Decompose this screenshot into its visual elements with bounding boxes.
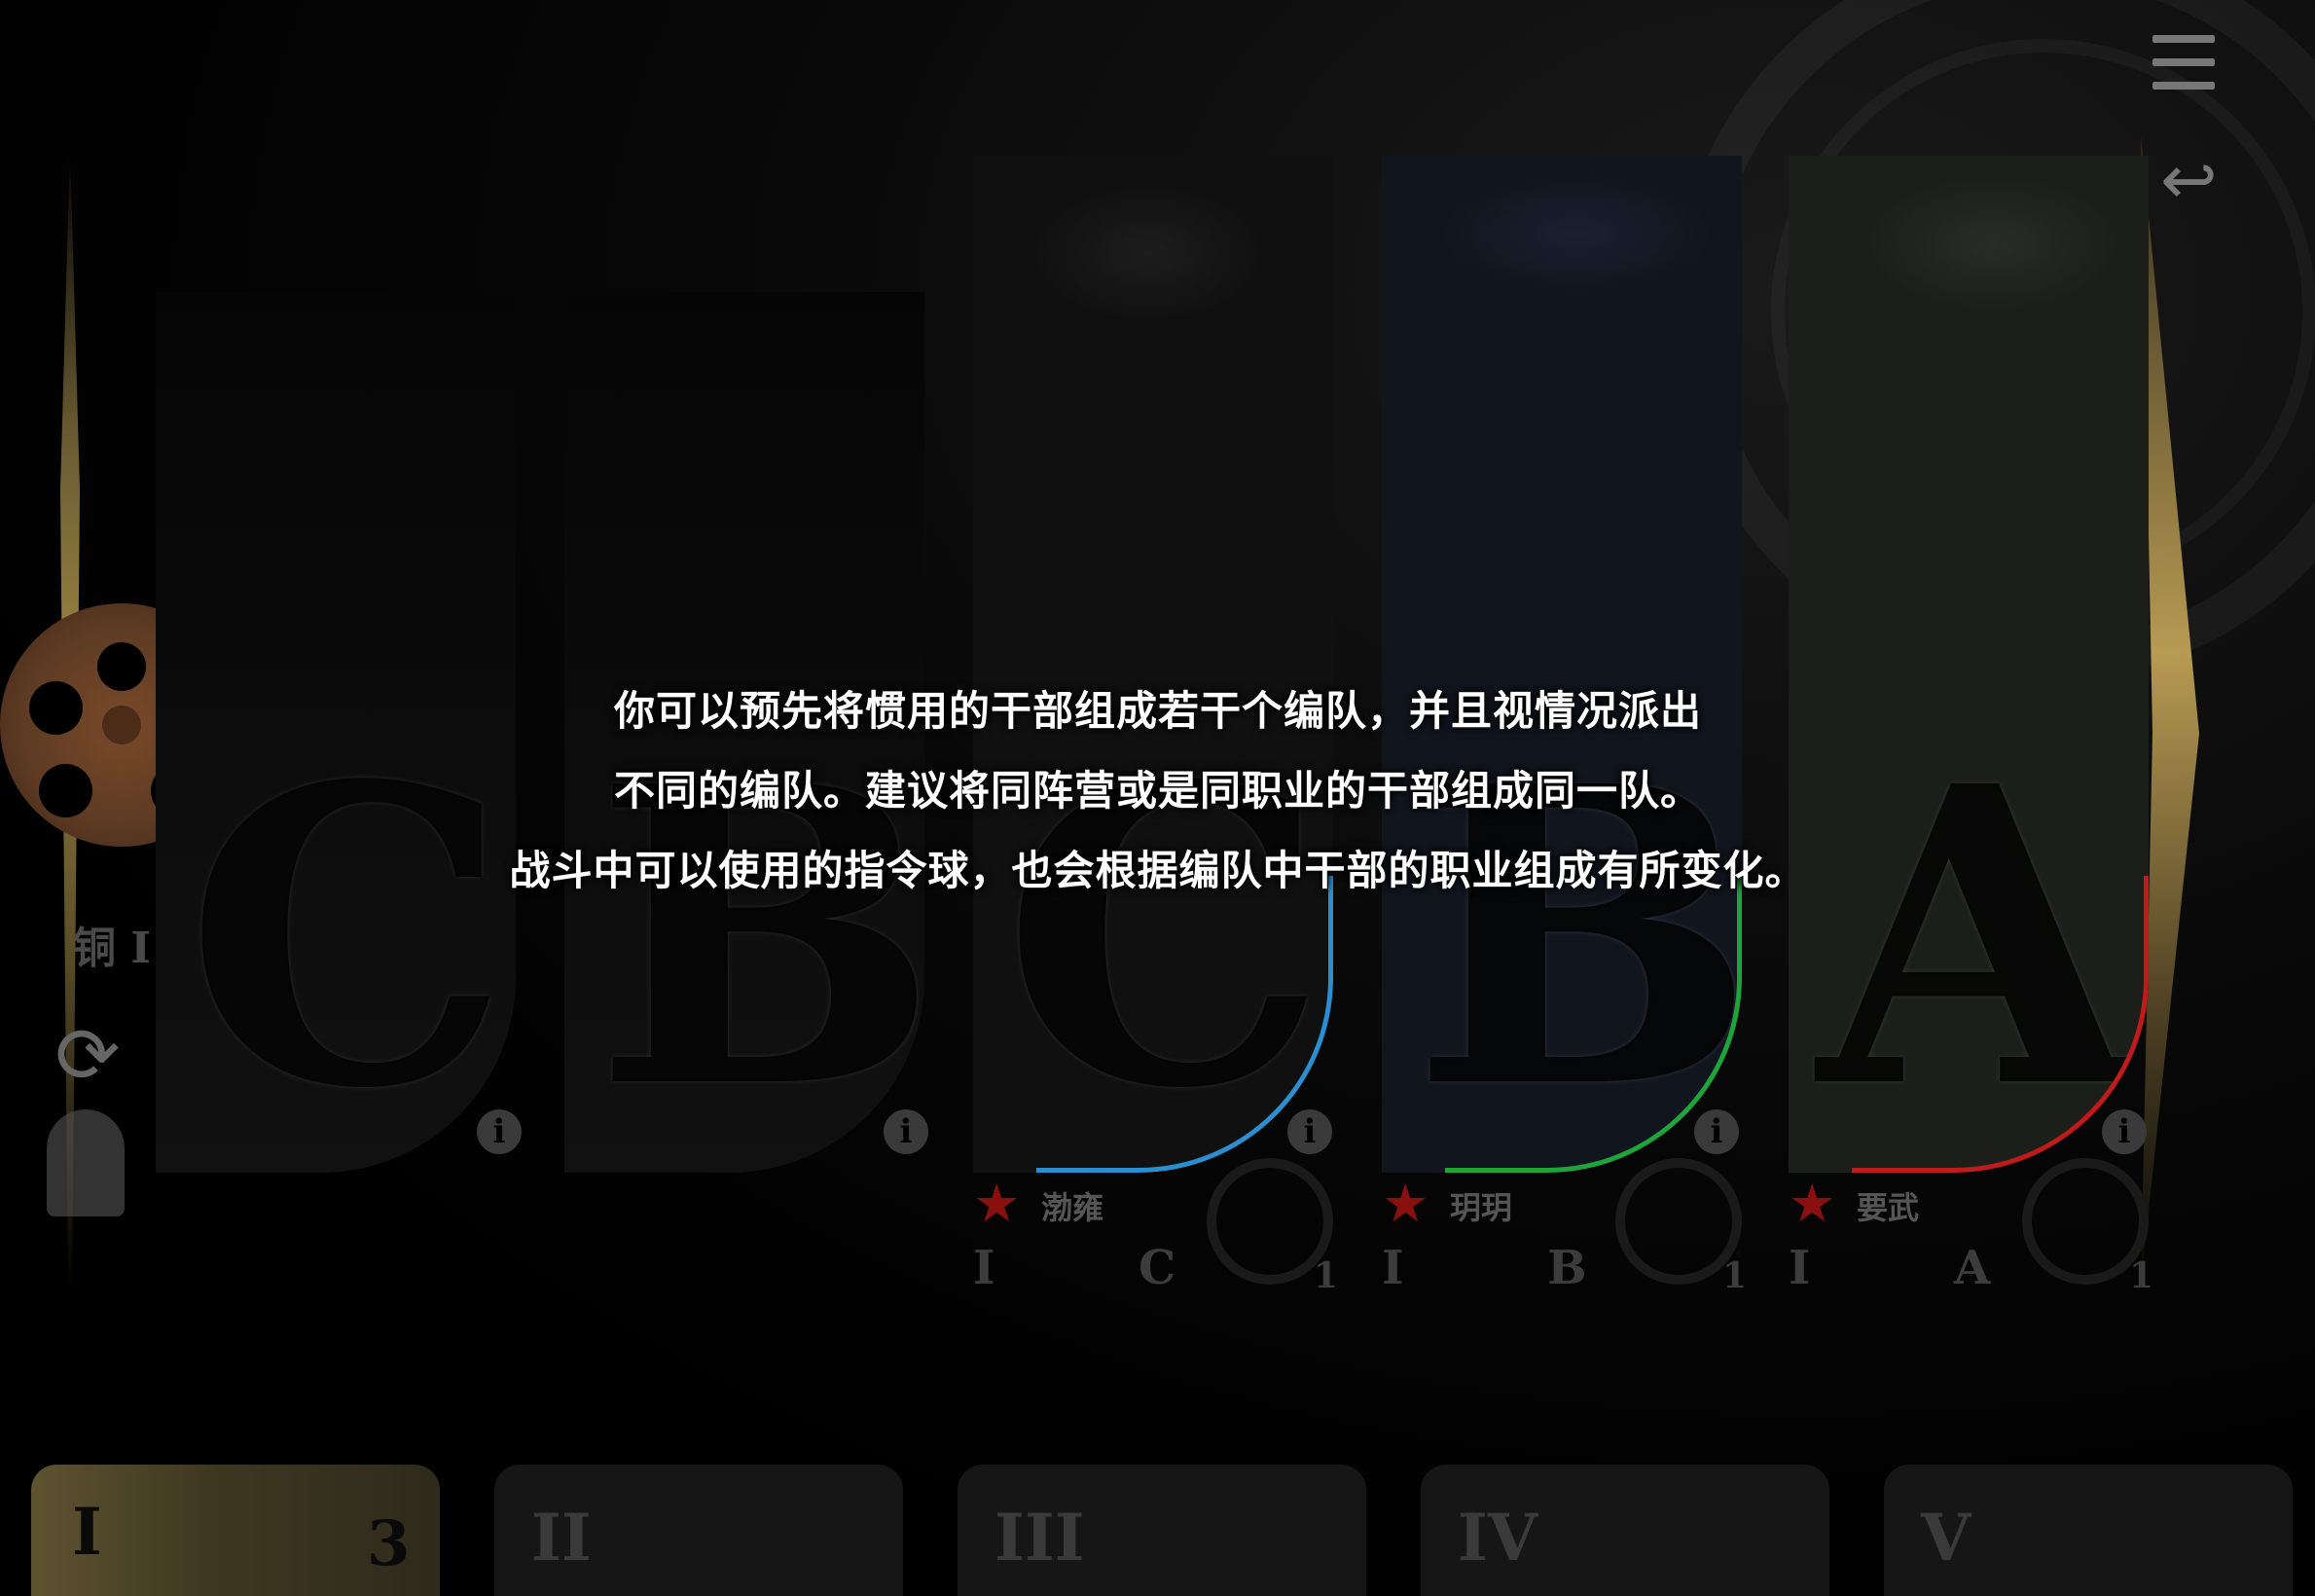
unit-rank: 1 [2129,1255,2154,1296]
team-tab-5[interactable]: V [1884,1465,2293,1596]
tutorial-line-1: 你可以预先将惯用的干部组成若干个编队，并且视情况派出 [613,687,1702,735]
unit-name: 玥玥 [1450,1189,1513,1226]
unit-grade: A [1954,1241,1991,1295]
info-icon[interactable]: i [477,1109,522,1154]
faction-star-icon: ★ [1789,1173,1836,1234]
menu-icon[interactable] [2152,35,2215,95]
unit-grade: B [1547,1241,1587,1295]
team-tab-3[interactable]: III [958,1465,1366,1596]
team-tab-label: II [531,1500,592,1576]
team-tab-label: III [995,1500,1085,1576]
unit-grade: C [1139,1241,1176,1295]
info-icon[interactable]: i [1287,1109,1332,1154]
tutorial-message[interactable]: 你可以预先将惯用的干部组成若干个编队，并且视情况派出 不同的编队。建议将同阵营或… [292,671,2024,911]
unit-level: I [973,1241,995,1295]
team-slot-4[interactable]: B [1382,156,1742,1173]
soldier-icon[interactable] [47,1109,125,1216]
team-member-count: 3 [367,1507,411,1580]
tutorial-line-2: 不同的编队。建议将同阵营或是同职业的干部组成同一队。 [613,767,1702,815]
unit-name: 渤雍 [1041,1189,1104,1226]
info-icon[interactable]: i [1694,1109,1739,1154]
team-tab-label: V [1921,1500,1971,1576]
team-slot-3[interactable]: C [973,156,1333,1173]
unit-name: 要武 [1857,1189,1920,1226]
game-screen: 铜 I ⟳ ↩ C i B i C i ★ 渤雍 I C 1 B i ★ 玥玥 … [0,0,2315,1596]
team-tab-2[interactable]: II [494,1465,903,1596]
faction-star-icon: ★ [973,1173,1021,1234]
team-tab-1[interactable]: I 3 [31,1465,440,1596]
rank-label: 铜 I [73,924,151,973]
faction-star-icon: ★ [1382,1173,1429,1234]
team-tab-label: IV [1458,1500,1538,1576]
info-icon[interactable]: i [884,1109,928,1154]
sync-icon[interactable]: ⟳ [44,1012,131,1100]
unit-level: I [1789,1241,1811,1295]
unit-rank: 1 [1314,1255,1339,1296]
unit-level: I [1382,1241,1404,1295]
team-tab-label: I [72,1494,102,1570]
team-slot-5[interactable]: A [1789,156,2149,1173]
tutorial-line-3: 战斗中可以使用的指令球，也会根据编队中干部的职业组成有所变化。 [509,847,1807,894]
unit-rank: 1 [1722,1255,1748,1296]
info-icon[interactable]: i [2102,1109,2147,1154]
back-arrow-icon[interactable]: ↩ [2160,146,2218,214]
team-tab-4[interactable]: IV [1421,1465,1829,1596]
